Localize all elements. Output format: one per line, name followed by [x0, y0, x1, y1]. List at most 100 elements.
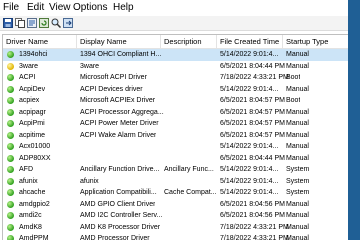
- cell-created: 6/5/2021 8:04:44 PM: [220, 154, 285, 162]
- toolbar: [0, 16, 348, 31]
- cell-display: ACPI Power Meter Driver: [80, 120, 159, 127]
- driver-running-icon: [7, 120, 14, 127]
- cell-created: 5/14/2022 9:01:4...: [220, 166, 279, 173]
- menu-file[interactable]: File: [3, 2, 19, 14]
- driver-running-icon: [7, 166, 14, 173]
- driver-running-icon: [7, 108, 14, 116]
- column-header-display-name[interactable]: Display Name: [77, 35, 161, 48]
- driver-running-icon: [7, 177, 14, 185]
- table-row[interactable]: 1394ohci 1394 OHCI Compliant H... 5/14/202…: [3, 49, 348, 61]
- cell-display: ACPI Wake Alarm Driver: [80, 131, 157, 139]
- cell-created: 6/5/2021 8:04:56 PM: [220, 200, 285, 208]
- cell-startup: Manual: [286, 223, 309, 231]
- table-row[interactable]: AmdK8 AMD K8 Processor Driver 7/18/2022 4:…: [3, 222, 348, 234]
- table-row[interactable]: AcpiPmi ACPI Power Meter Driver 6/5/2021 8…: [3, 118, 348, 130]
- column-header-description[interactable]: Description: [161, 35, 217, 48]
- table-row[interactable]: amdgpio2 AMD GPIO Client Driver 6/5/2021 8…: [3, 199, 348, 211]
- cell-created: 6/5/2021 8:04:57 PM: [220, 120, 285, 127]
- cell-created: 5/14/2022 9:01:4...: [220, 85, 279, 93]
- cell-startup: Manual: [286, 120, 309, 127]
- driver-running-icon: [7, 154, 14, 162]
- driver-stopped-icon: [7, 62, 14, 70]
- table-row[interactable]: acpiex Microsoft ACPIEx Driver 6/5/2021 8:…: [3, 95, 348, 107]
- cell-name: afunix: [19, 177, 38, 185]
- cell-startup: Manual: [286, 154, 309, 162]
- table-row[interactable]: AcpiDev ACPI Devices driver 5/14/2022 9:01…: [3, 84, 348, 96]
- cell-display: afunix: [80, 177, 99, 185]
- table-row[interactable]: acpitime ACPI Wake Alarm Driver 6/5/2021 8…: [3, 130, 348, 142]
- driver-running-icon: [7, 51, 14, 58]
- cell-display: AMD K8 Processor Driver: [80, 223, 161, 231]
- cell-name: Acx01000: [19, 143, 51, 150]
- cell-created: 7/18/2022 4:33:21 PM: [220, 74, 289, 81]
- cell-name: acpitime: [19, 131, 46, 139]
- cell-display: Application Compatibili...: [80, 189, 157, 196]
- cell-startup: Manual: [286, 85, 309, 93]
- table-row[interactable]: afunix afunix 5/14/2022 9:01:4... System: [3, 176, 348, 188]
- cell-display: AMD Processor Driver: [80, 235, 150, 240]
- table-row[interactable]: ahcache Application Compatibili... Cache C…: [3, 187, 348, 199]
- driver-running-icon: [7, 85, 14, 93]
- table-row[interactable]: Acx01000 5/14/2022 9:01:4... Manual: [3, 141, 348, 153]
- table-row[interactable]: AFD Ancillary Function Drive... Ancillary …: [3, 164, 348, 176]
- cell-startup: Manual: [286, 131, 309, 139]
- cell-display: AMD GPIO Client Driver: [80, 200, 156, 208]
- cell-name: AmdK8: [19, 223, 42, 231]
- cell-created: 5/14/2022 9:01:4...: [220, 143, 279, 150]
- driver-running-icon: [7, 97, 14, 104]
- menu-help[interactable]: Help: [113, 2, 134, 14]
- driver-running-icon: [7, 189, 14, 196]
- cell-display: 1394 OHCI Compliant H...: [80, 51, 162, 58]
- table-row[interactable]: AmdPPM AMD Processor Driver 7/18/2022 4:33…: [3, 233, 348, 240]
- cell-startup: Manual: [286, 200, 309, 208]
- cell-created: 5/14/2022 9:01:4...: [220, 177, 279, 185]
- properties-icon[interactable]: [27, 18, 37, 28]
- cell-name: AFD: [19, 166, 33, 173]
- table-row[interactable]: ACPI Microsoft ACPI Driver 7/18/2022 4:33:…: [3, 72, 348, 84]
- table-row[interactable]: amdi2c AMD I2C Controller Serv... 6/5/2021…: [3, 210, 348, 222]
- cell-display: ACPI Devices driver: [80, 85, 143, 93]
- cell-startup: System: [286, 189, 310, 196]
- menu-view[interactable]: View: [49, 2, 71, 14]
- cell-startup: System: [286, 166, 310, 173]
- driver-running-icon: [7, 74, 14, 81]
- cell-name: ahcache: [19, 189, 46, 196]
- driver-running-icon: [7, 143, 14, 150]
- cell-display: 3ware: [80, 62, 100, 70]
- cell-name: 3ware: [19, 62, 39, 70]
- cell-startup: Manual: [286, 62, 309, 70]
- find-icon[interactable]: [51, 18, 61, 28]
- cell-name: acpipagr: [19, 108, 46, 116]
- table-row[interactable]: 3ware 3ware 6/5/2021 8:04:44 PM Manual: [3, 61, 348, 73]
- cell-name: acpiex: [19, 97, 40, 104]
- cell-name: 1394ohci: [19, 51, 48, 58]
- cell-display: Microsoft ACPIEx Driver: [80, 97, 156, 104]
- cell-name: amdgpio2: [19, 200, 50, 208]
- driver-running-icon: [7, 131, 14, 139]
- column-header-file-created-time[interactable]: File Created Time: [217, 35, 283, 48]
- menu-options[interactable]: Options: [73, 2, 107, 14]
- table-header: Driver Name Display Name Description Fil…: [3, 35, 348, 49]
- cell-startup: System: [286, 177, 310, 185]
- table-row[interactable]: acpipagr ACPI Processor Aggrega... 6/5/202…: [3, 107, 348, 119]
- cell-created: 5/14/2022 9:01:4...: [220, 189, 279, 196]
- menu-edit[interactable]: Edit: [27, 2, 44, 14]
- table-row[interactable]: ADP80XX 6/5/2021 8:04:44 PM Manual: [3, 153, 348, 165]
- cell-name: ACPI: [19, 74, 36, 81]
- column-header-startup-type[interactable]: Startup Type: [283, 35, 348, 48]
- column-header-driver-name[interactable]: Driver Name: [3, 35, 77, 48]
- copy-icon[interactable]: [15, 18, 25, 28]
- refresh-icon[interactable]: [39, 18, 49, 28]
- cell-startup: Manual: [286, 212, 309, 219]
- cell-created: 7/18/2022 4:33:21 PM: [220, 235, 289, 240]
- cell-created: 6/5/2021 8:04:57 PM: [220, 97, 285, 104]
- cell-name: amdi2c: [19, 212, 42, 219]
- cell-startup: Manual: [286, 235, 309, 240]
- driver-running-icon: [7, 200, 14, 208]
- exit-icon[interactable]: [63, 18, 73, 28]
- cell-created: 7/18/2022 4:33:21 PM: [220, 223, 289, 231]
- cell-description: Ancillary Func...: [164, 166, 214, 173]
- save-icon[interactable]: [3, 18, 13, 28]
- cell-startup: Manual: [286, 51, 309, 58]
- cell-startup: Manual: [286, 108, 309, 116]
